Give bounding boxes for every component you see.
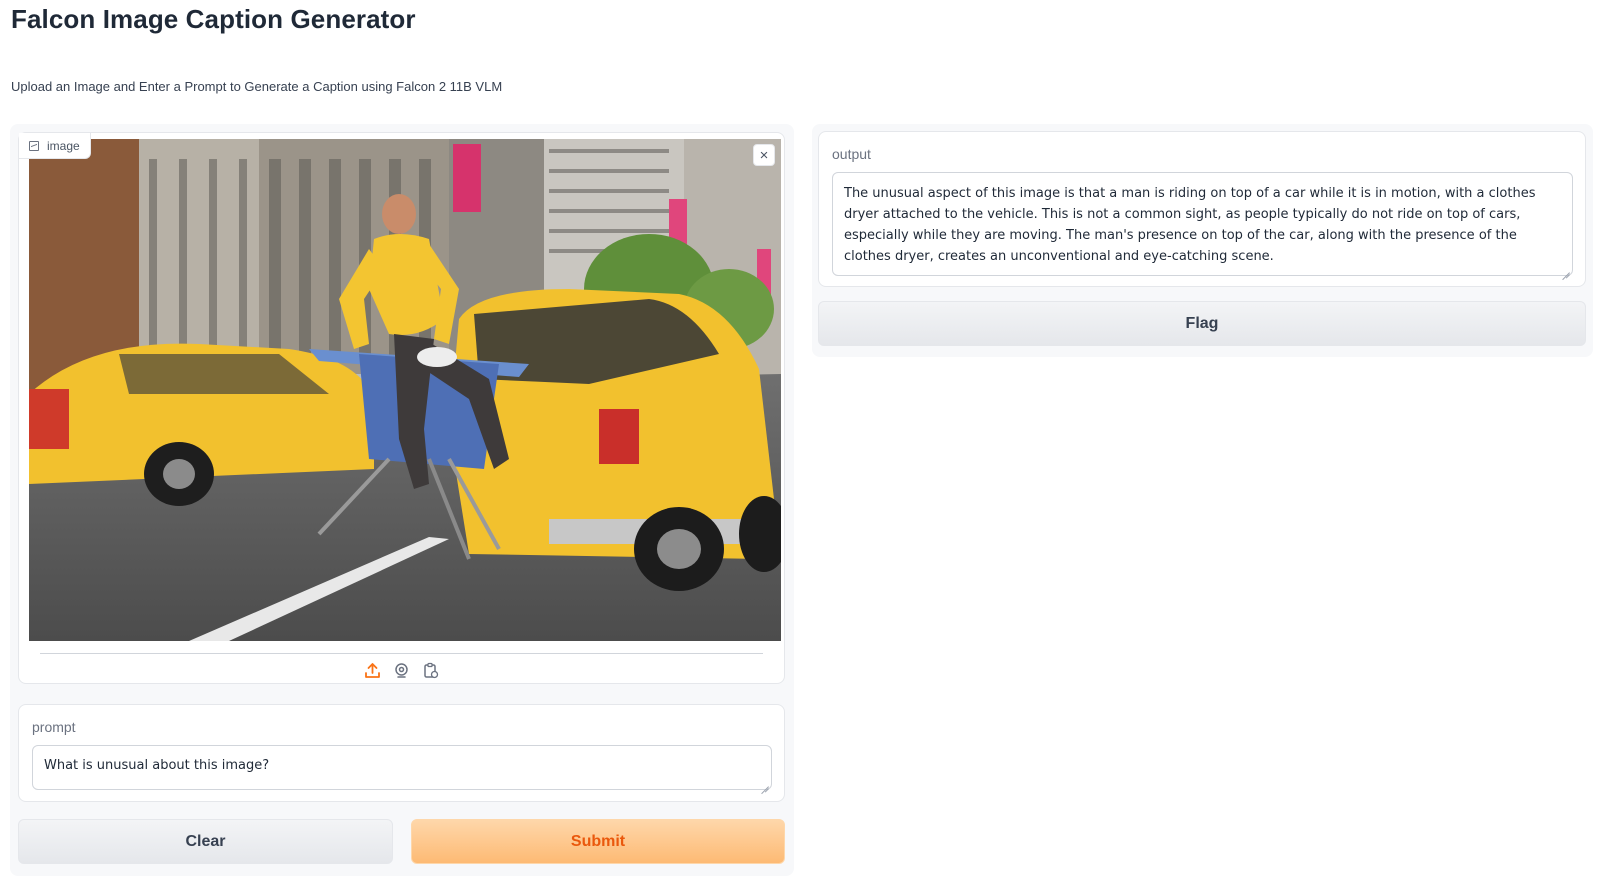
resize-handle-icon[interactable] [1562,265,1570,273]
clipboard-icon[interactable] [421,661,440,680]
prompt-text: What is unusual about this image? [44,758,270,773]
page-title: Falcon Image Caption Generator [11,4,416,34]
webcam-icon[interactable] [392,661,411,680]
prompt-label: prompt [32,719,76,735]
street-photo [29,139,781,641]
resize-handle-icon[interactable] [761,779,769,787]
clear-image-button[interactable]: × [753,144,775,166]
output-label: output [832,146,871,162]
input-column: image × prompt What is unusual about thi… [10,124,794,876]
output-textarea[interactable]: The unusual aspect of this image is that… [832,172,1573,276]
page-description: Upload an Image and Enter a Prompt to Ge… [11,79,503,94]
clear-button[interactable]: Clear [18,819,393,864]
image-toolbar-divider [40,653,763,654]
flag-button[interactable]: Flag [818,301,1586,346]
upload-icon[interactable] [363,661,382,680]
image-icon [29,140,39,151]
output-text: The unusual aspect of this image is that… [844,186,1536,264]
image-source-toolbar [19,661,784,680]
image-label: image [19,133,91,159]
prompt-block: prompt What is unusual about this image? [18,704,785,802]
output-block: output The unusual aspect of this image … [818,131,1586,287]
submit-button[interactable]: Submit [411,819,785,864]
image-label-text: image [47,138,80,153]
uploaded-image [29,139,781,641]
image-input-block: image × [18,132,785,684]
prompt-textarea[interactable]: What is unusual about this image? [32,745,772,790]
output-column: output The unusual aspect of this image … [812,124,1593,357]
